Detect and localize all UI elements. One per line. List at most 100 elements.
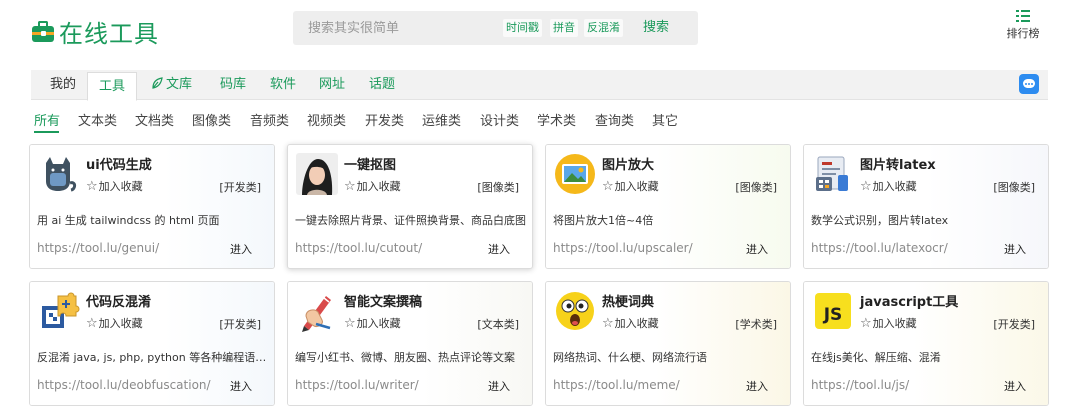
card-url[interactable]: https://tool.lu/cutout/ <box>295 241 422 255</box>
search-chip-deobfuscate[interactable]: 反混淆 <box>584 19 623 37</box>
add-favorite-label: 加入收藏 <box>356 180 401 193</box>
card-title: ui代码生成 <box>86 158 152 173</box>
header: 在线工具 时间戳 拼音 反混淆 搜索 排行榜 <box>0 0 1080 64</box>
card-description: 一键去除照片背景、证件照换背景、商品白底图 <box>295 214 526 227</box>
tool-card[interactable]: 一键抠图 ☆加入收藏 [图像类] 一键去除照片背景、证件照换背景、商品白底图 h… <box>287 144 533 269</box>
active-tab-indicator <box>34 131 59 133</box>
enter-button[interactable]: 进入 <box>746 241 768 257</box>
nav-item-topics[interactable]: 话题 <box>369 70 395 100</box>
tool-card[interactable]: JS javascript工具 ☆加入收藏 [开发类] 在线js美化、解压缩、混… <box>803 281 1049 406</box>
card-category: [图像类] <box>993 181 1035 194</box>
enter-button[interactable]: 进入 <box>746 378 768 394</box>
ranking-label: 排行榜 <box>1006 27 1040 40</box>
tab-document[interactable]: 文档类 <box>135 110 174 129</box>
add-favorite-button[interactable]: ☆加入收藏 <box>860 178 917 194</box>
tab-other[interactable]: 其它 <box>652 110 678 129</box>
card-url[interactable]: https://tool.lu/genui/ <box>37 241 159 255</box>
card-title: 代码反混淆 <box>86 295 152 310</box>
card-category: [开发类] <box>993 318 1035 331</box>
card-category: [文本类] <box>477 318 519 331</box>
card-url[interactable]: https://tool.lu/writer/ <box>295 378 419 392</box>
card-url[interactable]: https://tool.lu/latexocr/ <box>811 241 948 255</box>
js-icon: JS <box>815 293 851 329</box>
tab-dev[interactable]: 开发类 <box>365 110 404 129</box>
chat-bubble-icon[interactable] <box>1019 74 1039 94</box>
card-description: 用 ai 生成 tailwindcss 的 html 页面 <box>37 214 220 227</box>
main-nav: 我的 工具 文库 码库 软件 网址 话题 <box>31 70 1048 101</box>
card-description: 网络热词、什么梗、网络流行语 <box>553 351 707 364</box>
search-button[interactable]: 搜索 <box>643 11 669 45</box>
search-input[interactable] <box>293 11 493 45</box>
card-category: [开发类] <box>219 318 261 331</box>
ranking-list-icon <box>1016 10 1030 22</box>
enter-button[interactable]: 进入 <box>230 241 252 257</box>
tab-academic[interactable]: 学术类 <box>537 110 576 129</box>
star-icon: ☆ <box>344 316 356 331</box>
card-url[interactable]: https://tool.lu/meme/ <box>553 378 680 392</box>
card-category: [图像类] <box>735 181 777 194</box>
toolbox-icon <box>32 20 54 43</box>
tool-card[interactable]: 图片转latex ☆加入收藏 [图像类] 数学公式识别，图片转latex htt… <box>803 144 1049 269</box>
add-favorite-button[interactable]: ☆加入收藏 <box>86 178 143 194</box>
tab-text[interactable]: 文本类 <box>78 110 117 129</box>
tab-query[interactable]: 查询类 <box>595 110 634 129</box>
star-icon: ☆ <box>602 316 614 331</box>
card-category: [学术类] <box>735 318 777 331</box>
surprised-emoji-icon <box>556 292 594 330</box>
add-favorite-button[interactable]: ☆加入收藏 <box>344 178 401 194</box>
enter-button[interactable]: 进入 <box>1004 241 1026 257</box>
card-url[interactable]: https://tool.lu/deobfuscation/ <box>37 378 211 392</box>
star-icon: ☆ <box>344 179 356 194</box>
image-frame-icon <box>555 154 595 194</box>
nav-item-websites[interactable]: 网址 <box>319 70 345 100</box>
svg-text:JS: JS <box>823 305 843 325</box>
search-chip-pinyin[interactable]: 拼音 <box>550 19 578 37</box>
card-url[interactable]: https://tool.lu/upscaler/ <box>553 241 693 255</box>
enter-button[interactable]: 进入 <box>488 241 510 257</box>
add-favorite-label: 加入收藏 <box>614 317 659 330</box>
pen-hand-icon <box>302 296 331 332</box>
enter-button[interactable]: 进入 <box>230 378 252 394</box>
tool-card[interactable]: 图片放大 ☆加入收藏 [图像类] 将图片放大1倍~4倍 https://tool… <box>545 144 791 269</box>
add-favorite-label: 加入收藏 <box>614 180 659 193</box>
card-category: [开发类] <box>219 181 261 194</box>
add-favorite-label: 加入收藏 <box>98 317 143 330</box>
tab-audio[interactable]: 音频类 <box>250 110 289 129</box>
tool-card[interactable]: 热梗词典 ☆加入收藏 [学术类] 网络热词、什么梗、网络流行语 https://… <box>545 281 791 406</box>
ranking-button[interactable]: 排行榜 <box>1003 10 1043 41</box>
tool-card[interactable]: 代码反混淆 ☆加入收藏 [开发类] 反混淆 java, js, php, pyt… <box>29 281 275 406</box>
search-chip-timestamp[interactable]: 时间戳 <box>503 19 542 37</box>
add-favorite-button[interactable]: ☆加入收藏 <box>860 315 917 331</box>
card-title: 一键抠图 <box>344 158 397 173</box>
nav-item-library-label: 文库 <box>166 77 193 92</box>
site-logo[interactable]: 在线工具 <box>32 14 159 49</box>
nav-item-software[interactable]: 软件 <box>270 70 296 100</box>
add-favorite-button[interactable]: ☆加入收藏 <box>344 315 401 331</box>
add-favorite-button[interactable]: ☆加入收藏 <box>86 315 143 331</box>
tab-image[interactable]: 图像类 <box>192 110 231 129</box>
enter-button[interactable]: 进入 <box>1004 378 1026 394</box>
enter-button[interactable]: 进入 <box>488 378 510 394</box>
nav-item-codebase[interactable]: 码库 <box>220 70 246 100</box>
card-title: 智能文案撰稿 <box>344 295 423 310</box>
nav-item-mine[interactable]: 我的 <box>50 70 76 100</box>
tool-card[interactable]: 智能文案撰稿 ☆加入收藏 [文本类] 编写小红书、微博、朋友圈、热点评论等文案 … <box>287 281 533 406</box>
tab-video[interactable]: 视频类 <box>307 110 346 129</box>
add-favorite-button[interactable]: ☆加入收藏 <box>602 315 659 331</box>
card-title: 热梗词典 <box>602 295 655 310</box>
cat-icon <box>46 157 77 192</box>
add-favorite-label: 加入收藏 <box>356 317 401 330</box>
tool-card[interactable]: ui代码生成 ☆加入收藏 [开发类] 用 ai 生成 tailwindcss 的… <box>29 144 275 269</box>
search-bar: 时间戳 拼音 反混淆 搜索 <box>293 11 698 45</box>
tab-all[interactable]: 所有 <box>34 110 60 129</box>
card-description: 编写小红书、微博、朋友圈、热点评论等文案 <box>295 351 515 364</box>
nav-item-tools[interactable]: 工具 <box>87 72 138 101</box>
card-url[interactable]: https://tool.lu/js/ <box>811 378 909 392</box>
puzzle-icon <box>42 292 80 328</box>
card-title: 图片转latex <box>860 158 936 173</box>
nav-item-library[interactable]: 文库 <box>151 70 192 100</box>
add-favorite-button[interactable]: ☆加入收藏 <box>602 178 659 194</box>
tab-design[interactable]: 设计类 <box>480 110 519 129</box>
star-icon: ☆ <box>860 179 872 194</box>
tab-ops[interactable]: 运维类 <box>422 110 461 129</box>
